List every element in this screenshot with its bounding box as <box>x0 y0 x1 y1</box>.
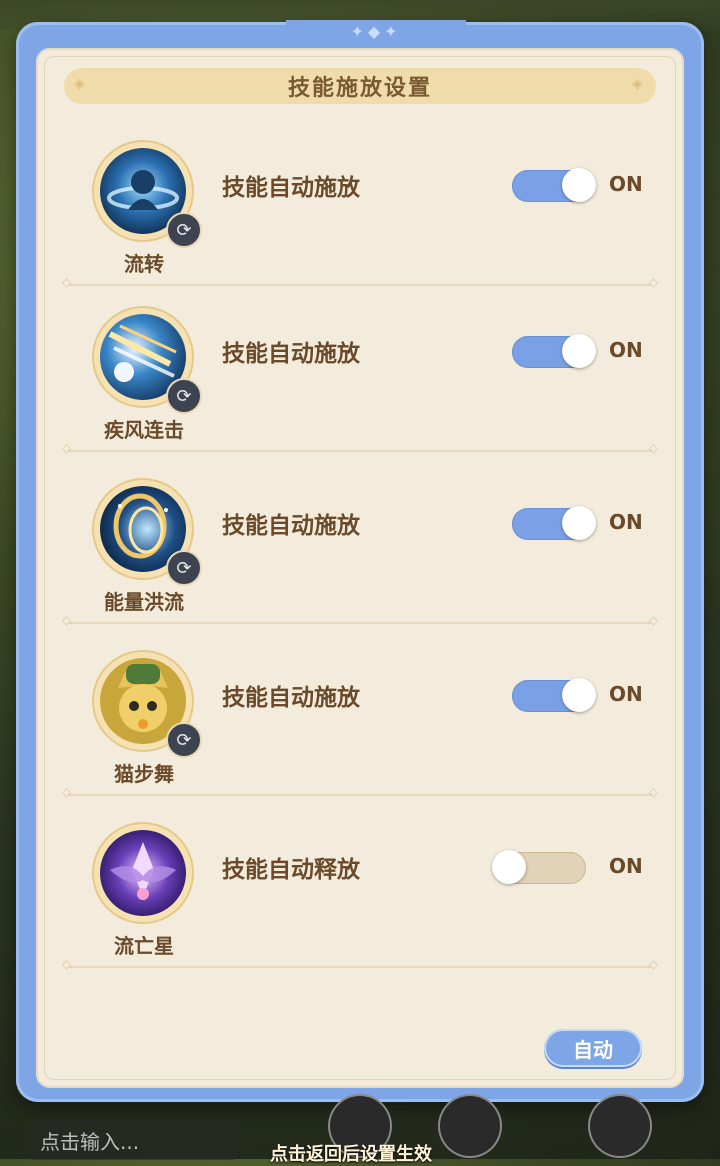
skill-row: ⟳ 能量洪流 技能自动施放 ON <box>64 470 656 620</box>
modal-top-tab: ✦◆✦ <box>286 20 466 46</box>
page-title: 技能施放设置 <box>287 76 432 101</box>
skill-avatar-frame: ⟳ <box>94 652 202 758</box>
skill-settings-modal: ✦◆✦ ◈ 技能施放设置 ◈ ⟳ 流转 技能自动施放 ON ◇ ◇ ⟳ 疾风连击… <box>16 20 704 1102</box>
diamond-icon: ◈ <box>632 76 643 92</box>
skill-auto-cast-label: 技能自动施放 <box>222 341 360 367</box>
settings-panel: ◈ 技能施放设置 ◈ ⟳ 流转 技能自动施放 ON ◇ ◇ ⟳ 疾风连击 技能自… <box>36 48 684 1088</box>
toggle-state-label: ON <box>609 682 643 706</box>
auto-cast-toggle[interactable] <box>512 506 596 540</box>
skill-avatar-frame: ⟳ <box>94 142 202 248</box>
toggle-state-label: ON <box>609 172 643 196</box>
toggle-state-label: ON <box>609 510 643 534</box>
skill-avatar-frame: ⟳ <box>94 308 202 414</box>
swap-skill-icon[interactable]: ⟳ <box>166 378 202 414</box>
toggle-knob <box>492 850 526 884</box>
skill-name: 流转 <box>124 252 164 276</box>
skill-name: 流亡星 <box>114 934 174 958</box>
ornament-icon: ✦◆✦ <box>350 22 402 41</box>
diamond-icon: ◈ <box>74 76 85 92</box>
auto-cast-toggle[interactable] <box>512 168 596 202</box>
row-divider <box>62 275 658 289</box>
skill-row: 流亡星 技能自动释放 ON <box>64 814 656 964</box>
toggle-state-label: ON <box>609 338 643 362</box>
toggle-knob <box>562 678 596 712</box>
skill-slot-icon[interactable] <box>440 1096 500 1156</box>
row-divider <box>62 613 658 627</box>
toggle-knob <box>562 168 596 202</box>
title-bar: ◈ 技能施放设置 ◈ <box>64 68 656 104</box>
chat-input[interactable]: 点击输入... <box>28 1120 238 1160</box>
skill-name: 猫步舞 <box>114 762 174 786</box>
settings-hint: 点击返回后设置生效 <box>270 1144 432 1165</box>
exile-star-icon <box>100 830 186 916</box>
skill-auto-cast-label: 技能自动施放 <box>222 175 360 201</box>
swap-skill-icon[interactable]: ⟳ <box>166 722 202 758</box>
toggle-state-label: ON <box>609 854 643 878</box>
skill-name: 能量洪流 <box>104 590 184 614</box>
row-divider <box>62 785 658 799</box>
skill-auto-cast-label: 技能自动施放 <box>222 685 360 711</box>
auto-button[interactable]: 自动 <box>544 1029 642 1067</box>
swap-skill-icon[interactable]: ⟳ <box>166 212 202 248</box>
skill-name: 疾风连击 <box>104 418 184 442</box>
row-divider <box>62 441 658 455</box>
skill-auto-cast-label: 技能自动施放 <box>222 513 360 539</box>
skill-avatar-frame <box>94 824 192 922</box>
skill-slot-icon[interactable] <box>590 1096 650 1156</box>
toggle-knob <box>562 334 596 368</box>
skill-row: ⟳ 疾风连击 技能自动施放 ON <box>64 298 656 448</box>
skill-auto-cast-label: 技能自动释放 <box>222 857 360 883</box>
auto-cast-toggle[interactable] <box>512 334 596 368</box>
auto-cast-toggle[interactable] <box>512 678 596 712</box>
swap-skill-icon[interactable]: ⟳ <box>166 550 202 586</box>
skill-row: ⟳ 流转 技能自动施放 ON <box>64 132 656 282</box>
auto-cast-toggle[interactable] <box>492 850 586 884</box>
toggle-knob <box>562 506 596 540</box>
skill-row: ⟳ 猫步舞 技能自动施放 ON <box>64 642 656 792</box>
skill-avatar-frame: ⟳ <box>94 480 202 586</box>
row-divider <box>62 957 658 971</box>
